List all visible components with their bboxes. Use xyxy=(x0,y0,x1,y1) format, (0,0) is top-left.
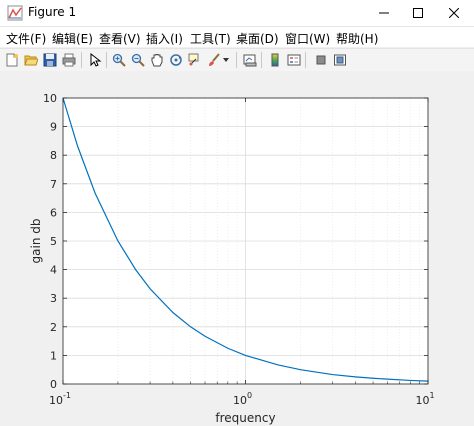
link-plot-button[interactable] xyxy=(241,51,259,69)
save-icon xyxy=(43,53,57,67)
rotate-3d-button[interactable] xyxy=(167,51,185,69)
hide-plot-tools-button[interactable] xyxy=(312,51,330,69)
y-tick-label: 6 xyxy=(50,206,57,219)
open-file-icon xyxy=(24,55,38,66)
toolbar-separator xyxy=(261,52,262,68)
toolbar-separator xyxy=(81,52,82,68)
y-tick-label: 10 xyxy=(43,92,57,105)
new-figure-button[interactable] xyxy=(3,51,21,69)
window-title: Figure 1 xyxy=(28,5,77,19)
hide-plot-tools-icon xyxy=(316,55,326,65)
pointer-button[interactable] xyxy=(86,51,104,69)
toolbar-separator xyxy=(106,52,107,68)
toolbar-separator xyxy=(305,52,306,68)
x-tick-label: 101 xyxy=(415,391,434,407)
y-tick-label: 0 xyxy=(50,378,57,391)
menu-tools[interactable]: 工具(T) xyxy=(190,30,231,47)
title-bar: Figure 1 xyxy=(0,0,474,27)
menu-bar: 文件(F) 编辑(E) 查看(V) 插入(I) 工具(T) 桌面(D) 窗口(W… xyxy=(0,27,474,47)
zoom-out-button[interactable] xyxy=(129,51,147,69)
close-button[interactable] xyxy=(436,0,472,26)
data-cursor-button[interactable] xyxy=(186,51,204,69)
zoom-out-icon xyxy=(131,53,145,67)
plot-axes[interactable]: 0 1 2 3 4 5 6 7 8 9 10 10-1 100 101 frequency gain db xyxy=(0,71,474,426)
y-tick-label: 7 xyxy=(50,178,57,191)
menu-edit[interactable]: 编辑(E) xyxy=(52,30,93,47)
y-tick-label: 5 xyxy=(50,235,57,248)
new-figure-icon xyxy=(6,53,18,67)
y-tick-label: 9 xyxy=(50,121,57,134)
pointer-icon xyxy=(90,53,102,67)
brush-dropdown-icon xyxy=(223,58,229,62)
close-icon xyxy=(449,8,459,18)
menu-desktop[interactable]: 桌面(D) xyxy=(236,30,279,47)
y-tick-label: 3 xyxy=(50,292,57,305)
data-cursor-icon xyxy=(188,53,199,66)
matlab-figure-icon xyxy=(7,5,23,21)
x-tick-label: 100 xyxy=(233,391,252,407)
show-plot-tools-button[interactable] xyxy=(331,51,349,69)
legend-icon xyxy=(287,54,301,66)
y-tick-label: 1 xyxy=(50,349,57,362)
maximize-button[interactable] xyxy=(400,0,436,26)
menu-file[interactable]: 文件(F) xyxy=(6,30,46,47)
y-tick-label: 2 xyxy=(50,321,57,334)
link-plot-icon xyxy=(243,54,257,67)
print-icon xyxy=(62,53,76,67)
toolbar-separator xyxy=(236,52,237,68)
minimize-icon xyxy=(379,12,389,14)
x-tick-label: 10-1 xyxy=(49,391,71,407)
print-button[interactable] xyxy=(60,51,78,69)
y-tick-label: 8 xyxy=(50,149,57,162)
menu-window[interactable]: 窗口(W) xyxy=(285,30,330,47)
menu-view[interactable]: 查看(V) xyxy=(99,30,141,47)
minimize-button[interactable] xyxy=(366,0,402,26)
brush-icon xyxy=(209,53,220,66)
figure-canvas[interactable]: 0 1 2 3 4 5 6 7 8 9 10 10-1 100 101 frequency gain db xyxy=(0,71,474,426)
colorbar-icon xyxy=(271,53,279,67)
y-axis-label: gain db xyxy=(29,219,43,264)
figure-toolbar xyxy=(0,48,474,72)
legend-button[interactable] xyxy=(285,51,303,69)
save-button[interactable] xyxy=(41,51,59,69)
maximize-icon xyxy=(413,8,423,18)
colorbar-button[interactable] xyxy=(266,51,284,69)
show-plot-tools-icon xyxy=(334,54,346,66)
brush-dropdown-button[interactable] xyxy=(221,51,231,69)
zoom-in-icon xyxy=(112,53,126,67)
pan-icon xyxy=(151,54,163,67)
x-axis-label: frequency xyxy=(215,411,275,425)
menu-insert[interactable]: 插入(I) xyxy=(146,30,183,47)
menu-help[interactable]: 帮助(H) xyxy=(336,30,378,47)
y-tick-label: 4 xyxy=(50,264,57,277)
rotate-3d-icon xyxy=(170,54,182,66)
pan-button[interactable] xyxy=(148,51,166,69)
open-file-button[interactable] xyxy=(22,51,40,69)
zoom-in-button[interactable] xyxy=(110,51,128,69)
